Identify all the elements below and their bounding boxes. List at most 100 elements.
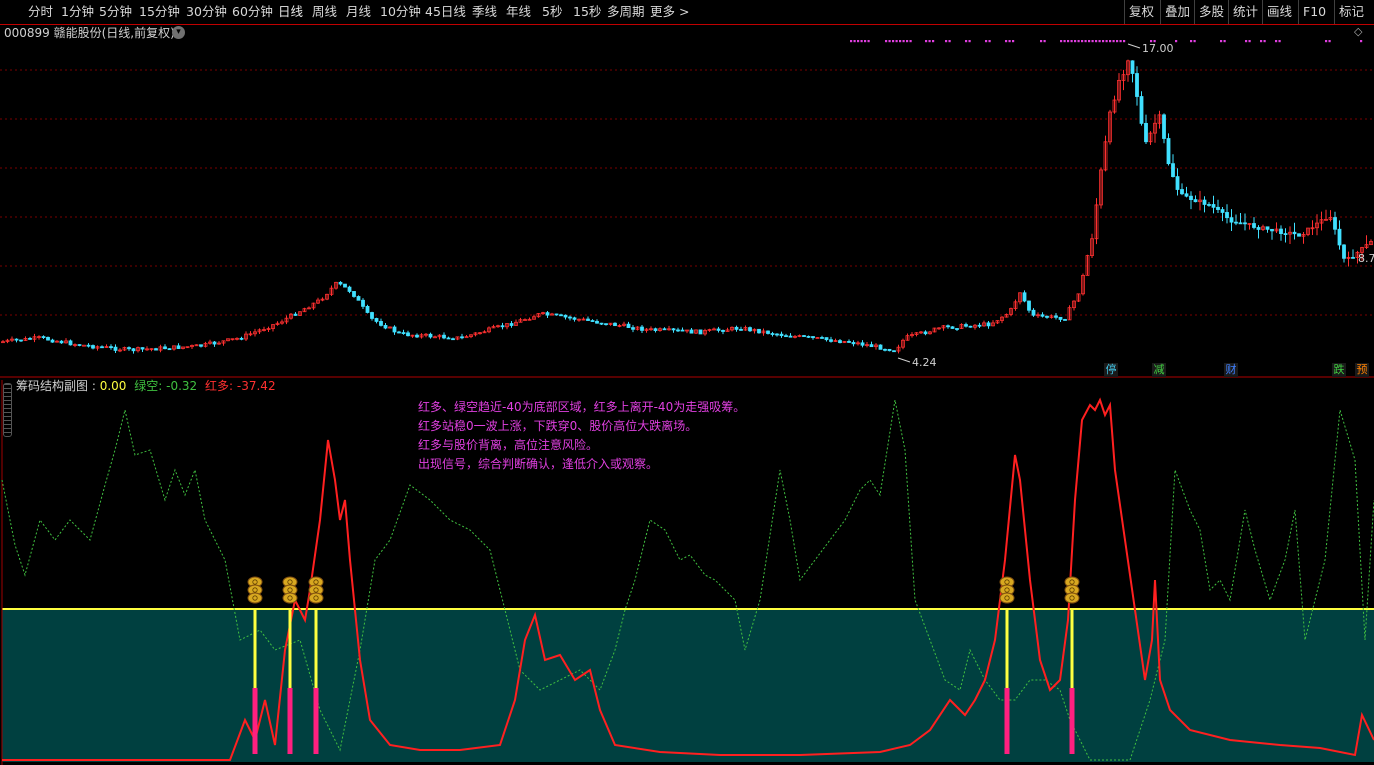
candle [554,313,559,316]
candle [716,328,721,331]
marker-dot [1063,40,1066,43]
candle [464,336,469,339]
candle [671,328,676,331]
candle [680,329,685,332]
candle [1238,222,1243,225]
candle [676,329,680,332]
candle [212,341,217,345]
candle [1256,227,1261,230]
marker-dot [1095,40,1098,43]
marker-dot [1043,40,1046,43]
candle [406,332,410,337]
marker-dot [1223,40,1226,43]
candle [433,336,437,339]
red-label: 红多: [205,379,234,393]
candle [446,337,451,340]
candle [167,348,172,351]
panel-resize-handle[interactable] [3,383,12,437]
candle [986,322,991,327]
marker-dot [1008,40,1011,43]
event-tag: 预 [1355,363,1369,377]
candle [370,312,374,319]
candle [1297,233,1301,237]
candle [779,333,784,337]
marker-dot [864,40,867,43]
candle [199,344,203,347]
signal-bar [1004,688,1010,754]
candle [689,329,694,334]
candle [1058,316,1063,320]
marker-dot [1263,40,1266,43]
candle [788,335,793,338]
marker-dot [1328,40,1331,43]
marker-dot [1123,40,1126,43]
candle [1130,60,1135,74]
candle [1054,315,1058,318]
marker-dot [1193,40,1196,43]
marker-dot [1325,40,1328,43]
candle [739,328,743,331]
candle [559,314,563,317]
marker-dot [928,40,931,43]
candle [1031,309,1036,316]
candle [851,342,856,345]
candle [442,334,446,339]
candle [509,323,514,326]
signal-bar [1069,688,1075,754]
candle [343,283,347,288]
candle [631,327,635,330]
candle [878,344,883,350]
marker-dot [1084,40,1087,43]
green-value: -0.32 [166,379,198,393]
price-low-pointer [897,357,911,363]
marker-dot [1175,40,1178,43]
marker-dot [850,40,853,43]
marker-dot [1150,40,1153,43]
candle [698,329,703,335]
marker-dot [1060,40,1063,43]
candle [1144,122,1148,143]
candle [766,330,770,334]
marker-dot [1091,40,1094,43]
candle [563,314,568,318]
marker-dot [968,40,971,43]
candle [50,339,55,343]
candle [869,344,874,348]
candle [14,338,19,341]
marker-dot [1067,40,1070,43]
signal-bar [287,688,293,754]
candle [428,333,433,338]
candle [365,305,370,313]
candle [140,347,145,350]
indicator-name[interactable]: 筹码结构副图 [2,379,88,393]
candle [1184,193,1189,197]
candle [977,324,982,327]
candle [1229,217,1234,223]
event-tag: 减 [1152,363,1166,377]
red-value: -37.42 [236,379,276,393]
candle [82,344,86,347]
marker-dot [1074,40,1077,43]
candle [1162,114,1166,139]
candle [595,320,599,324]
candle [1139,96,1144,124]
candle [1045,315,1049,318]
candle [1180,189,1184,195]
marker-dot [899,40,902,43]
candle [77,344,82,346]
candle [1351,256,1355,259]
marker-dot [965,40,968,43]
candle [356,296,361,301]
marker-dot [985,40,988,43]
marker-dot [1005,40,1008,43]
candle [590,320,595,322]
indicator-header: 筹码结构副图 : 0.00 绿空: -0.32 红多: -37.42 [2,378,276,394]
candle [293,313,298,316]
candle [923,331,928,335]
candle [374,318,379,322]
marker-dot [1153,40,1156,43]
marker-dot [1040,40,1043,43]
candle [163,346,167,350]
coin-icon [1064,592,1080,604]
candle [383,325,388,329]
